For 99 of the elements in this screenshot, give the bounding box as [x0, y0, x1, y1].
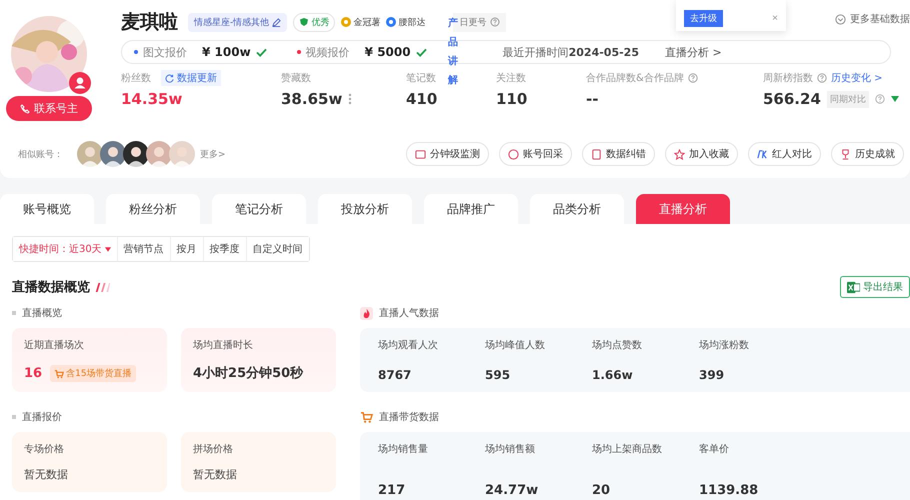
upgrade-button[interactable]: 去升级: [684, 10, 723, 27]
action-icon: [591, 148, 602, 160]
stat-value: 410: [406, 90, 438, 108]
stat-value: 14.35w: [121, 90, 182, 108]
metric-label: 场均点赞数: [592, 338, 643, 352]
more-data-link[interactable]: 更多基础数据: [835, 12, 910, 26]
refresh-icon: [165, 74, 174, 82]
rating-badge: 优秀: [293, 12, 336, 32]
metric-label: 客单价: [699, 442, 730, 456]
metric-value: 8767: [378, 368, 412, 382]
group-title: 直播报价: [22, 410, 62, 424]
action-icon: [415, 148, 426, 160]
action-button[interactable]: 分钟级监测: [406, 142, 489, 166]
card-label: 近期直播场次: [24, 338, 85, 352]
metric-value: 399: [699, 368, 726, 382]
group-title: 直播概览: [22, 306, 62, 320]
period-compare-tag: 同期对比: [826, 90, 869, 108]
tab[interactable]: 品类分析: [530, 194, 624, 224]
card-value: 4小时25分钟50秒: [193, 365, 304, 382]
stat-value: --: [586, 90, 598, 108]
time-filter[interactable]: 快捷时间：近30天: [13, 237, 118, 261]
cart-icon: [360, 410, 373, 424]
stat-label: 粉丝数: [121, 72, 151, 85]
stat-label: 关注数: [496, 72, 526, 85]
stat-value: 110: [496, 90, 528, 108]
metric-value: 217: [378, 483, 406, 498]
flame-icon: [360, 306, 373, 320]
tab[interactable]: 账号概览: [0, 194, 94, 224]
metric-label: 场均销售量: [378, 443, 429, 456]
stat-label: 赞藏数: [281, 72, 311, 85]
section-title: 直播数据概览: [12, 279, 90, 296]
live-analysis-link[interactable]: 直播分析 >: [664, 44, 722, 60]
side-label[interactable]: 产品讲解: [448, 14, 458, 90]
contact-owner-button[interactable]: 联系号主: [6, 96, 92, 121]
help-icon[interactable]: [688, 73, 698, 83]
pencil-icon: [272, 18, 282, 26]
metric-label: 场均涨粉数: [699, 338, 750, 352]
metric-value: 1.66w: [592, 368, 634, 382]
price-value: ¥ 5000: [364, 45, 411, 59]
action-button[interactable]: 数据纠错: [582, 142, 655, 166]
phone-icon: [20, 104, 30, 114]
help-icon[interactable]: [817, 73, 827, 83]
card-value: 暂无数据: [193, 467, 238, 482]
level-badge: 腰部达: [386, 16, 426, 28]
group-title: 直播带货数据: [379, 410, 439, 424]
card-label: 专场价格: [24, 442, 65, 456]
history-link[interactable]: 历史变化 >: [831, 71, 883, 85]
price-label: 图文报价: [143, 44, 187, 60]
card-label: 拼场价格: [193, 442, 234, 456]
action-icon: [508, 148, 519, 160]
stat-label: 合作品牌数&合作品牌: [586, 72, 684, 85]
card-value: 暂无数据: [24, 467, 69, 482]
stat-label: 周新榜指数: [763, 72, 813, 85]
account-name: 麦琪啦: [121, 10, 178, 35]
chevron-down-icon: [835, 14, 846, 24]
user-badge-icon: [69, 72, 91, 94]
metric-value: 24.77w: [485, 483, 540, 498]
more-icon[interactable]: [348, 93, 352, 105]
stat-value: 38.65w: [281, 90, 342, 108]
metric-value: 20: [592, 483, 612, 498]
action-button[interactable]: 账号回采: [499, 142, 572, 166]
last-live-time: 最近开播时间2024-05-25: [502, 44, 639, 60]
similar-label: 相似账号：: [18, 148, 63, 160]
metric-label: 场均上架商品数: [592, 442, 663, 456]
metric-label: 场均观看人次: [378, 338, 439, 352]
card-label: 场均直播时长: [193, 338, 254, 352]
tab[interactable]: 笔记分析: [212, 194, 306, 224]
help-icon[interactable]: [490, 17, 500, 27]
note-tag: 含15场带货直播: [50, 365, 136, 382]
action-icon: [674, 148, 685, 160]
data-update-link[interactable]: 数据更新: [161, 70, 221, 86]
more-link[interactable]: 更多>: [200, 148, 226, 160]
tab[interactable]: 投放分析: [318, 194, 412, 224]
export-button[interactable]: 导出结果: [840, 276, 910, 298]
card-value: 16: [24, 366, 42, 381]
stat-label: 笔记数: [406, 72, 436, 85]
price-value: ¥ 100w: [202, 45, 251, 59]
tab[interactable]: 粉丝分析: [106, 194, 200, 224]
action-button[interactable]: 历史成就: [831, 142, 904, 166]
metric-value: 1139.88: [699, 483, 760, 498]
action-icon: [757, 148, 768, 160]
metric-value: 595: [485, 368, 512, 382]
metric-label: 场均销售额: [485, 442, 536, 456]
level-badge: 金冠薯: [341, 16, 380, 28]
price-label: 视频报价: [306, 44, 350, 60]
action-button[interactable]: 加入收藏: [665, 142, 738, 166]
action-button[interactable]: 红人对比: [748, 142, 821, 166]
stripes-icon: [94, 282, 110, 292]
stat-value: 566.24: [763, 90, 821, 108]
group-title: 直播人气数据: [379, 306, 439, 320]
action-icon: [840, 148, 851, 160]
tab[interactable]: 直播分析: [636, 194, 730, 224]
tab[interactable]: 品牌推广: [424, 194, 518, 224]
cart-icon: [54, 368, 64, 378]
spreadsheet-icon: [847, 280, 860, 294]
category-tag[interactable]: 情感星座-情感其他: [188, 12, 288, 32]
help-icon[interactable]: [874, 94, 885, 104]
metric-label: 场均峰值人数: [485, 339, 546, 352]
down-arrow-icon: [890, 96, 899, 102]
